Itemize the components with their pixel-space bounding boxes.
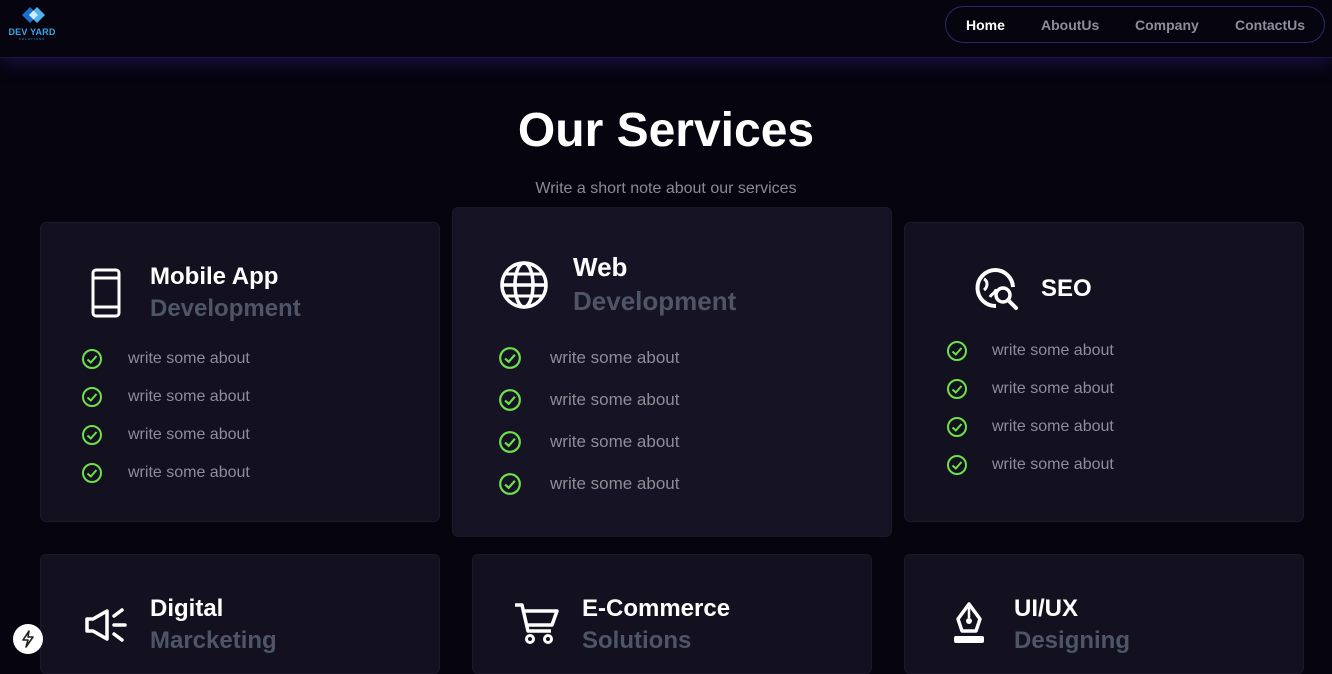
service-card-mobile-app[interactable]: Mobile App Development write some about …	[40, 222, 440, 522]
card-subtitle: Solutions	[582, 627, 692, 654]
feature-text: write some about	[992, 380, 1114, 397]
feature-item	[946, 378, 968, 400]
card-subtitle: Development	[150, 295, 301, 322]
check-circle-icon	[947, 379, 967, 399]
nav-company[interactable]: Company	[1135, 17, 1199, 33]
card-title: SEO	[1041, 275, 1092, 302]
service-card-ecommerce[interactable]: E-Commerce Solutions	[472, 554, 872, 674]
check-circle-icon	[82, 387, 102, 407]
service-card-uiux[interactable]: UI/UX Designing	[904, 554, 1304, 674]
header: DEV YARD SOLUTIONS Home AboutUs Company …	[0, 0, 1332, 58]
feature-text: write some about	[128, 388, 250, 405]
nav-aboutus[interactable]: AboutUs	[1041, 17, 1099, 33]
feature-item	[946, 340, 968, 362]
card-subtitle: Designing	[1014, 627, 1131, 654]
feature-item	[498, 388, 522, 412]
feature-item	[81, 462, 103, 484]
check-circle-icon	[82, 425, 102, 445]
feature-item	[498, 430, 522, 454]
feature-text: write some about	[550, 390, 680, 409]
logo-subtext: SOLUTIONS	[18, 37, 46, 41]
check-circle-icon	[499, 473, 521, 495]
card-subtitle: Development	[573, 286, 737, 316]
feature-item	[81, 348, 103, 370]
feature-item	[498, 472, 522, 496]
check-circle-icon	[499, 431, 521, 453]
lightning-icon	[22, 630, 34, 648]
feature-item	[946, 454, 968, 476]
card-title: UI/UX	[1014, 595, 1079, 622]
card-subtitle: Marcketing	[150, 627, 277, 654]
pen-nib-icon	[949, 601, 989, 652]
feature-item	[946, 416, 968, 438]
logo-mark-icon	[22, 7, 45, 23]
nav-bar: Home AboutUs Company ContactUs	[945, 6, 1325, 43]
check-circle-icon	[947, 455, 967, 475]
service-card-web-development[interactable]: Web Development write some about write s…	[452, 207, 892, 537]
feature-text: write some about	[992, 342, 1114, 359]
feature-text: write some about	[992, 418, 1114, 435]
feature-item	[498, 346, 522, 370]
feature-text: write some about	[550, 348, 680, 367]
logo-text: DEV YARD	[8, 27, 56, 37]
check-circle-icon	[82, 349, 102, 369]
nav-home[interactable]: Home	[966, 17, 1005, 33]
feature-text: write some about	[128, 426, 250, 443]
shopping-cart-icon	[513, 601, 561, 652]
seo-search-icon	[974, 267, 1020, 318]
check-circle-icon	[82, 463, 102, 483]
check-circle-icon	[947, 417, 967, 437]
feature-text: write some about	[128, 464, 250, 481]
card-title: E-Commerce	[582, 595, 731, 622]
feature-text: write some about	[992, 456, 1114, 473]
logo[interactable]: DEV YARD SOLUTIONS	[4, 4, 58, 41]
mobile-phone-icon	[89, 268, 123, 323]
card-title: Web	[573, 252, 628, 282]
feature-text: write some about	[550, 474, 680, 493]
section-subtitle: Write a short note about our services	[535, 180, 797, 197]
check-circle-icon	[499, 347, 521, 369]
service-card-digital-marketing[interactable]: Digital Marcketing	[40, 554, 440, 674]
feature-text: write some about	[550, 432, 680, 451]
nav-contactus[interactable]: ContactUs	[1235, 17, 1305, 33]
service-card-seo[interactable]: SEO write some about write some about wr…	[904, 222, 1304, 522]
card-title: Digital	[150, 595, 224, 622]
check-circle-icon	[947, 341, 967, 361]
feature-item	[81, 386, 103, 408]
check-circle-icon	[499, 389, 521, 411]
floating-action-button[interactable]	[13, 624, 43, 654]
globe-icon	[499, 260, 549, 315]
section-title: Our Services	[517, 104, 815, 157]
feature-item	[81, 424, 103, 446]
card-title: Mobile App	[150, 263, 279, 290]
megaphone-icon	[83, 607, 129, 648]
feature-text: write some about	[128, 350, 250, 367]
